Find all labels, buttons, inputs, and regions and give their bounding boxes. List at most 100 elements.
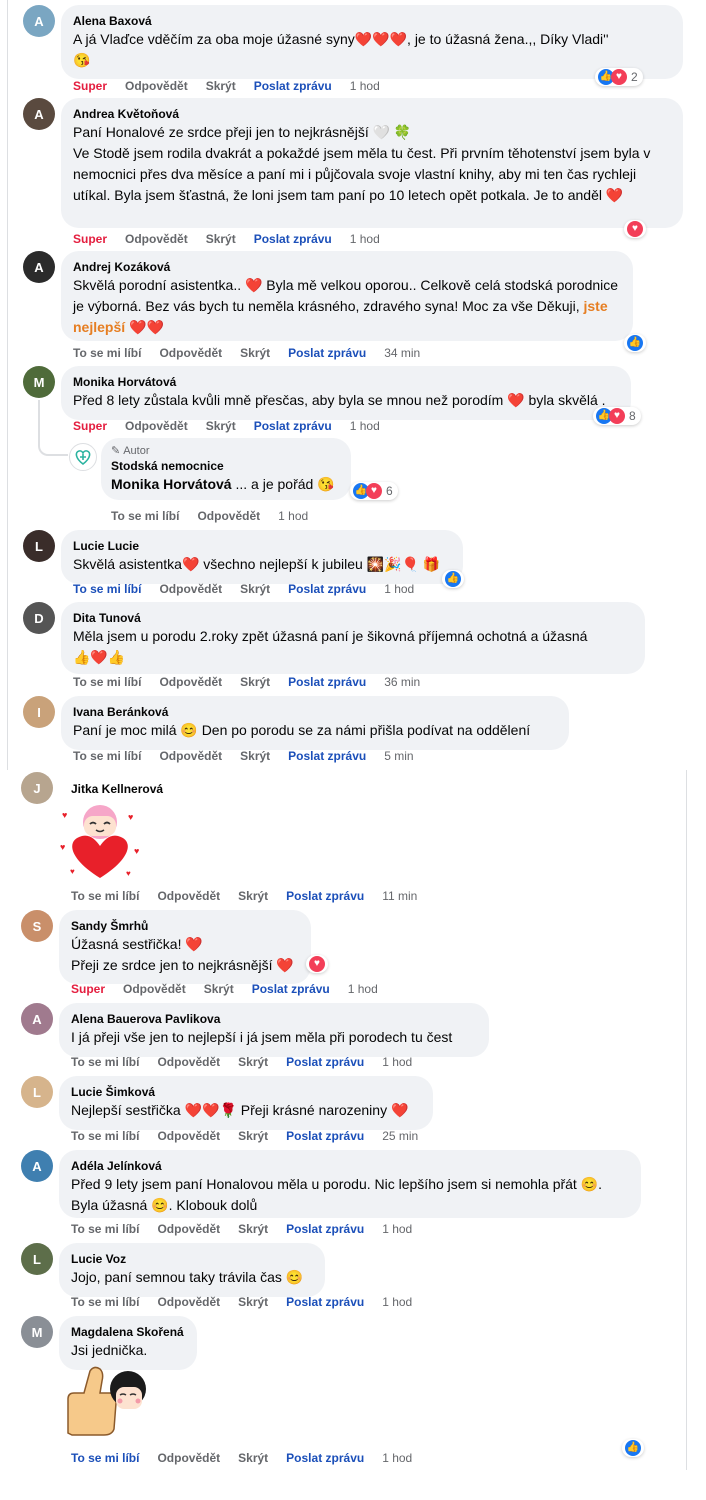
comment-author[interactable]: Magdalena Skořená — [71, 1324, 185, 1340]
reply-button[interactable]: Odpovědět — [157, 1222, 220, 1236]
reply-button[interactable]: Odpovědět — [123, 982, 186, 996]
comment-author[interactable]: Dita Tunová — [73, 610, 633, 626]
hide-button[interactable]: Skrýt — [238, 889, 268, 903]
send-message-button[interactable]: Poslat zprávu — [288, 675, 366, 689]
react-button[interactable]: To se mi líbí — [73, 749, 141, 763]
avatar[interactable]: A — [23, 251, 55, 283]
timestamp[interactable]: 1 hod — [348, 982, 378, 996]
send-message-button[interactable]: Poslat zprávu — [286, 1295, 364, 1309]
avatar[interactable]: L — [23, 530, 55, 562]
react-button[interactable]: To se mi líbí — [71, 1222, 139, 1236]
timestamp[interactable]: 34 min — [384, 346, 420, 360]
avatar[interactable]: S — [21, 910, 53, 942]
comment-author[interactable]: Lucie Lucie — [73, 538, 451, 554]
react-button[interactable]: To se mi líbí — [71, 1451, 139, 1465]
send-message-button[interactable]: Poslat zprávu — [288, 582, 366, 596]
comment-author[interactable]: Alena Bauerova Pavlikova — [71, 1011, 477, 1027]
hide-button[interactable]: Skrýt — [206, 419, 236, 433]
timestamp[interactable]: 36 min — [384, 675, 420, 689]
react-button[interactable]: Super — [73, 79, 107, 93]
reply-button[interactable]: Odpovědět — [125, 419, 188, 433]
comment-author[interactable]: Adéla Jelínková — [71, 1158, 629, 1174]
reply-button[interactable]: Odpovědět — [159, 749, 222, 763]
timestamp[interactable]: 1 hod — [350, 232, 380, 246]
reply-button[interactable]: Odpovědět — [197, 509, 260, 523]
reply-button[interactable]: Odpovědět — [157, 1055, 220, 1069]
hide-button[interactable]: Skrýt — [240, 346, 270, 360]
react-button[interactable]: To se mi líbí — [71, 1055, 139, 1069]
send-message-button[interactable]: Poslat zprávu — [288, 749, 366, 763]
hide-button[interactable]: Skrýt — [206, 79, 236, 93]
send-message-button[interactable]: Poslat zprávu — [252, 982, 330, 996]
timestamp[interactable]: 5 min — [384, 749, 413, 763]
reply-button[interactable]: Odpovědět — [157, 1295, 220, 1309]
comment-author[interactable]: Jitka Kellnerová — [71, 781, 163, 797]
reply-button[interactable]: Odpovědět — [159, 582, 222, 596]
react-button[interactable]: To se mi líbí — [73, 675, 141, 689]
avatar[interactable]: M — [21, 1316, 53, 1348]
timestamp[interactable]: 25 min — [382, 1129, 418, 1143]
react-button[interactable]: To se mi líbí — [73, 582, 141, 596]
timestamp[interactable]: 1 hod — [278, 509, 308, 523]
hide-button[interactable]: Skrýt — [238, 1295, 268, 1309]
avatar[interactable]: L — [21, 1243, 53, 1275]
hide-button[interactable]: Skrýt — [204, 982, 234, 996]
hide-button[interactable]: Skrýt — [240, 582, 270, 596]
reaction-summary[interactable]: 👍 ♥ 2 — [595, 68, 643, 86]
timestamp[interactable]: 1 hod — [382, 1451, 412, 1465]
react-button[interactable]: To se mi líbí — [73, 346, 141, 360]
reply-button[interactable]: Odpovědět — [125, 232, 188, 246]
comment-author[interactable]: Andrej Kozáková — [73, 259, 621, 275]
react-button[interactable]: To se mi líbí — [71, 889, 139, 903]
reaction-summary[interactable]: 👍 ♥ 6 — [350, 482, 398, 500]
avatar[interactable]: A — [21, 1150, 53, 1182]
reply-button[interactable]: Odpovědět — [159, 346, 222, 360]
reaction-summary[interactable]: 👍 — [442, 570, 464, 588]
reply-button[interactable]: Odpovědět — [159, 675, 222, 689]
avatar[interactable]: A — [21, 1003, 53, 1035]
mention-link[interactable]: Monika Horvátová — [111, 476, 232, 492]
comment-author[interactable]: Monika Horvátová — [73, 374, 619, 390]
hide-button[interactable]: Skrýt — [240, 675, 270, 689]
avatar[interactable]: A — [23, 5, 55, 37]
react-button[interactable]: Super — [73, 232, 107, 246]
reply-button[interactable]: Odpovědět — [157, 1451, 220, 1465]
comment-author[interactable]: Ivana Beránková — [73, 704, 557, 720]
hide-button[interactable]: Skrýt — [240, 749, 270, 763]
send-message-button[interactable]: Poslat zprávu — [286, 889, 364, 903]
react-button[interactable]: To se mi líbí — [111, 509, 179, 523]
hide-button[interactable]: Skrýt — [238, 1055, 268, 1069]
send-message-button[interactable]: Poslat zprávu — [286, 1055, 364, 1069]
react-button[interactable]: To se mi líbí — [71, 1129, 139, 1143]
avatar[interactable]: D — [23, 602, 55, 634]
send-message-button[interactable]: Poslat zprávu — [254, 419, 332, 433]
timestamp[interactable]: 1 hod — [384, 582, 414, 596]
timestamp[interactable]: 1 hod — [350, 419, 380, 433]
avatar[interactable]: L — [21, 1076, 53, 1108]
send-message-button[interactable]: Poslat zprávu — [254, 232, 332, 246]
timestamp[interactable]: 1 hod — [382, 1055, 412, 1069]
timestamp[interactable]: 1 hod — [350, 79, 380, 93]
comment-author[interactable]: Lucie Voz — [71, 1251, 313, 1267]
avatar[interactable]: A — [23, 98, 55, 130]
timestamp[interactable]: 1 hod — [382, 1295, 412, 1309]
send-message-button[interactable]: Poslat zprávu — [286, 1129, 364, 1143]
send-message-button[interactable]: Poslat zprávu — [254, 79, 332, 93]
comment-author[interactable]: Alena Baxová — [73, 13, 671, 29]
send-message-button[interactable]: Poslat zprávu — [286, 1222, 364, 1236]
send-message-button[interactable]: Poslat zprávu — [288, 346, 366, 360]
avatar[interactable]: J — [21, 772, 53, 804]
react-button[interactable]: Super — [71, 982, 105, 996]
hide-button[interactable]: Skrýt — [206, 232, 236, 246]
comment-author[interactable]: Lucie Šimková — [71, 1084, 421, 1100]
comment-author[interactable]: Stodská nemocnice — [111, 458, 341, 474]
send-message-button[interactable]: Poslat zprávu — [286, 1451, 364, 1465]
reaction-summary[interactable]: 👍 — [622, 1439, 644, 1457]
reply-button[interactable]: Odpovědět — [157, 1129, 220, 1143]
timestamp[interactable]: 11 min — [382, 889, 417, 903]
reaction-summary[interactable]: 👍 ♥ 8 — [593, 407, 641, 425]
reply-button[interactable]: Odpovědět — [125, 79, 188, 93]
reaction-summary[interactable]: ♥ — [624, 220, 646, 238]
reply-button[interactable]: Odpovědět — [157, 889, 220, 903]
comment-author[interactable]: Andrea Květoňová — [73, 106, 671, 122]
